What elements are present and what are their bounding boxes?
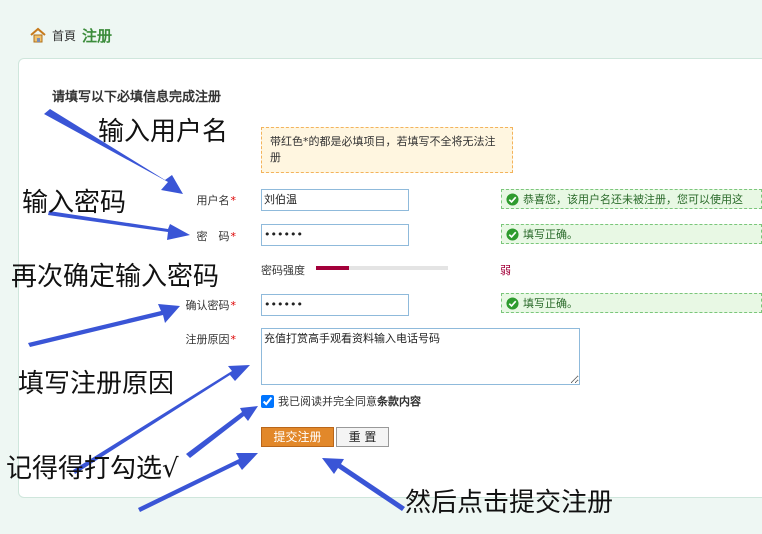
agree-row: 我已阅读并完全同意 条款内容 <box>261 393 421 409</box>
strength-meter-fill <box>316 266 349 270</box>
password-status: 填写正确。 <box>501 224 762 244</box>
home-icon[interactable] <box>30 27 46 43</box>
reset-button[interactable]: 重 置 <box>336 427 389 447</box>
reason-label: 注册原因* <box>166 331 237 347</box>
check-circle-icon <box>506 192 519 206</box>
check-circle-icon <box>506 296 519 310</box>
form-heading: 请填写以下必填信息完成注册 <box>52 90 222 105</box>
annotation-submit: 然后点击提交注册 <box>405 488 614 518</box>
confirm-label-text: 确认密码 <box>185 299 230 312</box>
strength-level: 弱 <box>500 264 511 277</box>
confirm-label: 确认密码* <box>166 297 237 313</box>
confirm-status-text: 填写正确。 <box>523 297 578 310</box>
annotation-password: 输入密码 <box>22 188 127 218</box>
annotation-reason: 填写注册原因 <box>18 369 175 399</box>
reason-textarea[interactable]: 充值打赏高手观看资料输入电话号码 <box>261 328 580 385</box>
username-status: 恭喜您，该用户名还未被注册，您可以使用这 <box>501 189 762 209</box>
username-label-text: 用户名 <box>196 194 230 207</box>
password-status-text: 填写正确。 <box>523 228 578 241</box>
submit-button[interactable]: 提交注册 <box>261 427 334 447</box>
password-input[interactable]: •••••• <box>261 224 409 246</box>
terms-link[interactable]: 条款内容 <box>377 393 421 409</box>
strength-meter <box>316 266 448 270</box>
required-mark: * <box>230 230 237 243</box>
agree-text: 我已阅读并完全同意 <box>278 395 377 408</box>
confirm-status: 填写正确。 <box>501 293 762 313</box>
password-label-text: 密 码 <box>196 230 230 243</box>
required-mark: * <box>230 299 237 312</box>
required-notice: 带红色*的都是必填项目，若填写不全将无法注册 <box>261 127 513 173</box>
reason-label-text: 注册原因 <box>185 333 230 346</box>
breadcrumb-current: 注册 <box>82 26 113 45</box>
annotation-username: 输入用户名 <box>98 117 229 147</box>
username-status-text: 恭喜您，该用户名还未被注册，您可以使用这 <box>523 193 743 206</box>
confirm-password-input[interactable]: •••••• <box>261 294 409 316</box>
annotation-confirm: 再次确定输入密码 <box>11 262 220 292</box>
password-label: 密 码* <box>166 228 237 244</box>
check-circle-icon <box>506 227 519 241</box>
required-mark: * <box>230 333 237 346</box>
username-label: 用户名* <box>166 192 237 208</box>
breadcrumb-home-link[interactable]: 首頁 <box>52 27 76 44</box>
breadcrumb: 首頁 注册 <box>30 24 112 46</box>
strength-label: 密码强度 <box>261 264 305 277</box>
agree-checkbox[interactable] <box>261 394 274 408</box>
annotation-check: 记得得打勾选√ <box>6 454 179 484</box>
required-mark: * <box>230 194 237 207</box>
username-input[interactable]: 刘伯温 <box>261 189 409 211</box>
